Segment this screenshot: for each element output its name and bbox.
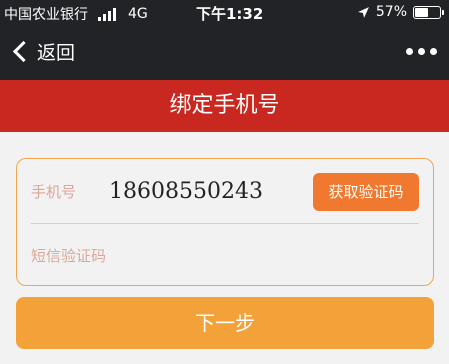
location-arrow-icon — [357, 6, 369, 18]
battery-fill — [415, 7, 428, 17]
nav-bar: 返回 — [0, 30, 449, 76]
dot-icon — [430, 48, 437, 55]
back-button[interactable]: 返回 — [10, 38, 75, 65]
battery-icon — [413, 5, 444, 19]
more-options-button[interactable] — [406, 48, 437, 55]
divider — [31, 223, 419, 224]
phone-label: 手机号 — [31, 183, 77, 201]
next-step-button[interactable]: 下一步 — [16, 297, 434, 349]
status-time: 下午1:32 — [196, 5, 264, 23]
status-right: 57% — [357, 4, 444, 20]
sms-code-input[interactable]: 短信验证码 — [31, 245, 106, 266]
phone-input[interactable]: 18608550243 — [109, 179, 263, 204]
page-title: 绑定手机号 — [0, 80, 449, 132]
top-bar: 中国农业银行 4G 下午1:32 57% 返回 — [0, 0, 449, 80]
battery-percent: 57% — [375, 4, 407, 20]
status-bar: 中国农业银行 4G 下午1:32 57% — [0, 0, 449, 26]
get-code-button[interactable]: 获取验证码 — [313, 173, 419, 211]
dot-icon — [406, 48, 413, 55]
network-type: 4G — [128, 6, 148, 22]
carrier-label: 中国农业银行 — [4, 7, 88, 23]
chevron-left-icon — [12, 40, 35, 63]
status-left: 中国农业银行 4G — [4, 4, 148, 24]
dot-icon — [418, 48, 425, 55]
bind-phone-form: 手机号 18608550243 获取验证码 短信验证码 — [16, 158, 434, 286]
signal-icon — [98, 7, 116, 21]
back-label: 返回 — [37, 42, 76, 64]
